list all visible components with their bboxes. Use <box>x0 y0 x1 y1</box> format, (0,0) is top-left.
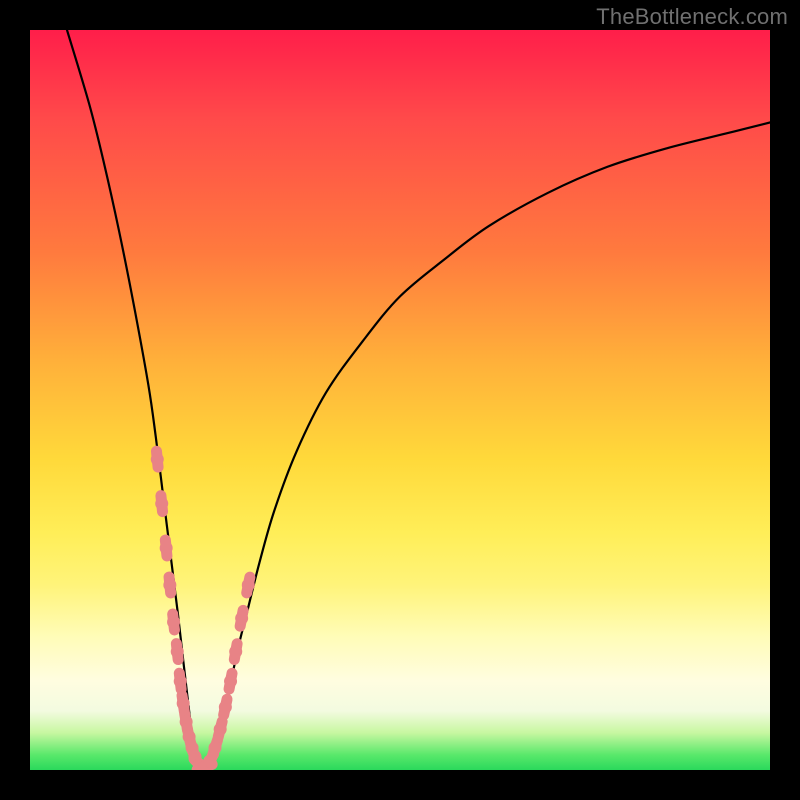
marker-dot <box>219 701 232 714</box>
marker-dot <box>242 579 255 592</box>
watermark-text: TheBottleneck.com <box>596 4 788 30</box>
marker-dot <box>235 612 248 625</box>
curve-svg <box>30 30 770 770</box>
marker-dot <box>167 616 180 629</box>
marker-dot <box>160 542 173 555</box>
marker-dot <box>163 579 176 592</box>
marker-dot <box>209 741 222 754</box>
marker-cluster <box>151 451 255 770</box>
marker-dot <box>151 453 164 466</box>
chart-frame: TheBottleneck.com <box>0 0 800 800</box>
marker-dot <box>224 675 237 688</box>
plot-area <box>30 30 770 770</box>
marker-dot <box>229 645 242 658</box>
marker-dot <box>155 497 168 510</box>
marker-dot <box>171 645 184 658</box>
marker-dot <box>214 723 227 736</box>
marker-dot <box>177 697 190 710</box>
marker-dot <box>174 675 187 688</box>
